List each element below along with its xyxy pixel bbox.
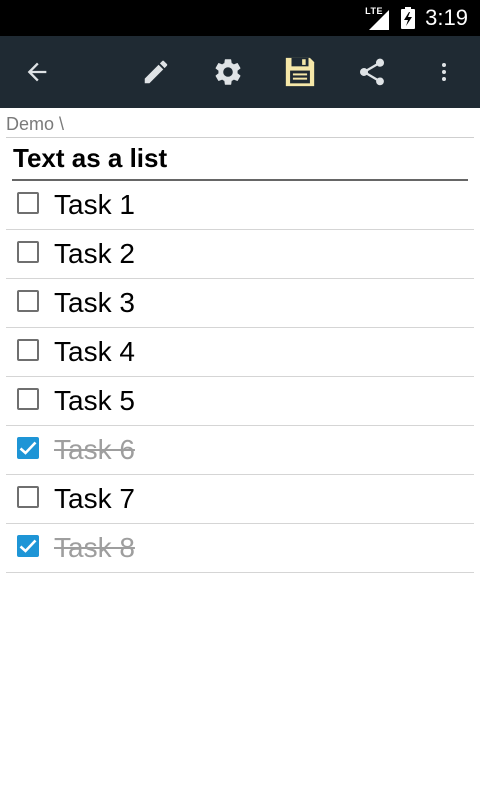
document-title: Text as a list <box>13 143 168 173</box>
share-icon <box>359 58 385 86</box>
checkbox[interactable] <box>17 486 39 508</box>
floppy-disk-icon <box>285 57 315 87</box>
task-label: Task 8 <box>54 532 135 563</box>
task-label: Task 4 <box>54 336 135 367</box>
list-item[interactable]: Task 1 <box>6 181 474 230</box>
settings-button[interactable] <box>200 36 256 108</box>
checkbox[interactable] <box>17 290 39 312</box>
task-label: Task 5 <box>54 385 135 416</box>
list-item[interactable]: Task 6 <box>6 426 474 475</box>
list-item[interactable]: Task 4 <box>6 328 474 377</box>
list-item[interactable]: Task 8 <box>6 524 474 573</box>
list-item[interactable]: Task 2 <box>6 230 474 279</box>
checkbox[interactable] <box>17 192 39 214</box>
overflow-menu-button[interactable] <box>416 36 472 108</box>
checkbox[interactable] <box>17 339 39 361</box>
status-icons: LTE 3:19 <box>363 0 468 36</box>
more-vertical-icon <box>442 63 446 81</box>
checkmark-icon <box>19 441 37 455</box>
status-bar: LTE 3:19 <box>0 0 480 36</box>
pencil-icon <box>144 60 168 84</box>
action-bar <box>0 36 480 108</box>
list-item[interactable]: Task 3 <box>6 279 474 328</box>
list-item[interactable]: Task 5 <box>6 377 474 426</box>
edit-button[interactable] <box>128 36 184 108</box>
share-button[interactable] <box>344 36 400 108</box>
task-label: Task 7 <box>54 483 135 514</box>
breadcrumb[interactable]: Demo \ <box>6 114 64 135</box>
checkbox[interactable] <box>17 388 39 410</box>
arrow-left-icon <box>27 62 47 82</box>
checkbox[interactable] <box>17 241 39 263</box>
list-item[interactable]: Task 7 <box>6 475 474 524</box>
task-label: Task 1 <box>54 189 135 220</box>
checkbox-checked[interactable] <box>17 535 39 557</box>
lte-signal-icon: LTE <box>363 6 391 30</box>
breadcrumb-divider <box>6 137 474 138</box>
task-label: Task 3 <box>54 287 135 318</box>
clock: 3:19 <box>425 5 468 30</box>
task-list: Task 1 Task 2 Task 3 Task 4 Task 5 Task … <box>6 181 474 573</box>
back-button[interactable] <box>9 36 65 108</box>
save-button[interactable] <box>272 36 328 108</box>
battery-charging-icon <box>401 7 416 29</box>
checkbox-checked[interactable] <box>17 437 39 459</box>
checkmark-icon <box>19 539 37 553</box>
task-label: Task 2 <box>54 238 135 269</box>
gear-icon <box>215 59 241 85</box>
task-label: Task 6 <box>54 434 135 465</box>
